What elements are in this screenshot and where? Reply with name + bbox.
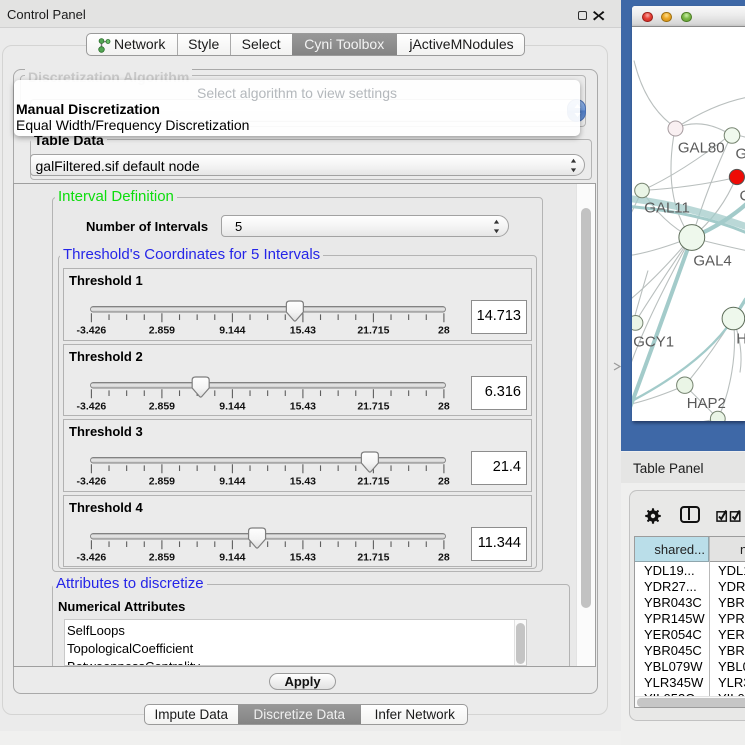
svg-text:GAL4: GAL4 <box>693 252 731 269</box>
svg-text:2.859: 2.859 <box>149 476 175 488</box>
svg-text:GA: GA <box>735 145 745 162</box>
svg-text:GCY1: GCY1 <box>633 333 674 350</box>
svg-text:21.715: 21.715 <box>357 400 389 412</box>
svg-text:GAL80: GAL80 <box>677 139 724 156</box>
svg-text:HAP2: HAP2 <box>686 395 725 412</box>
svg-text:28: 28 <box>438 551 450 563</box>
svg-text:21.715: 21.715 <box>357 551 389 563</box>
svg-text:-3.426: -3.426 <box>77 400 107 412</box>
svg-text:15.43: 15.43 <box>290 476 316 488</box>
svg-text:21.715: 21.715 <box>357 325 389 337</box>
svg-text:C: C <box>739 187 745 204</box>
svg-text:GAL11: GAL11 <box>644 199 690 216</box>
svg-text:-3.426: -3.426 <box>77 551 107 563</box>
svg-text:2.859: 2.859 <box>149 400 175 412</box>
svg-text:15.43: 15.43 <box>290 551 316 563</box>
svg-text:H: H <box>736 330 745 347</box>
svg-text:15.43: 15.43 <box>290 400 316 412</box>
svg-text:-3.426: -3.426 <box>77 325 107 337</box>
svg-text:9.144: 9.144 <box>219 325 245 337</box>
svg-text:28: 28 <box>438 476 450 488</box>
svg-text:15.43: 15.43 <box>290 325 316 337</box>
svg-text:21.715: 21.715 <box>357 476 389 488</box>
svg-text:28: 28 <box>438 400 450 412</box>
svg-text:28: 28 <box>438 325 450 337</box>
svg-text:9.144: 9.144 <box>219 476 245 488</box>
svg-text:2.859: 2.859 <box>149 551 175 563</box>
svg-text:9.144: 9.144 <box>219 400 245 412</box>
svg-text:-3.426: -3.426 <box>77 476 107 488</box>
svg-text:9.144: 9.144 <box>219 551 245 563</box>
svg-text:2.859: 2.859 <box>149 325 175 337</box>
